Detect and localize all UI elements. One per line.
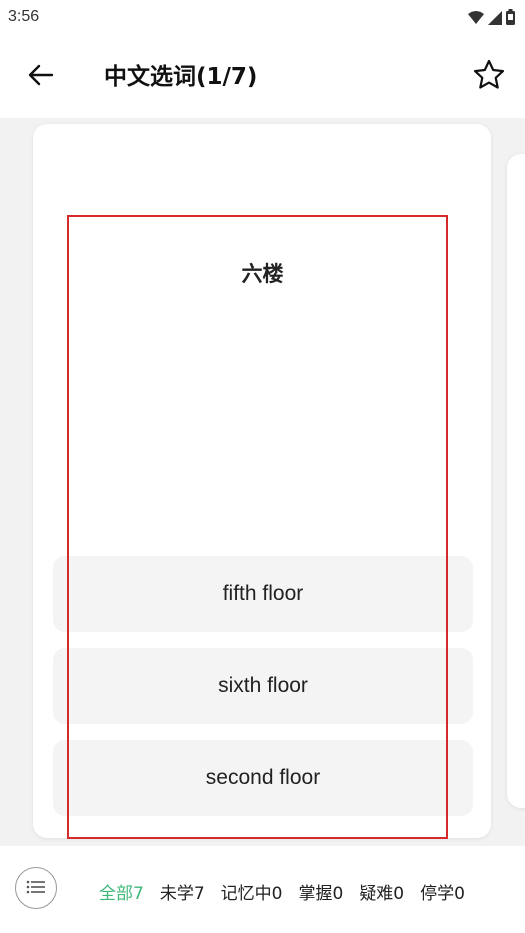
option-2[interactable]: sixth floor: [53, 648, 473, 724]
status-bar: 3:56: [0, 0, 525, 36]
filter-unlearned[interactable]: 未学7: [160, 879, 205, 904]
status-time: 3:56: [8, 8, 40, 25]
word-card: [33, 124, 491, 838]
filter-tabs: 全部7 未学7 记忆中0 掌握0 疑难0 停学0: [99, 879, 465, 904]
page-title: 中文选词(1/7): [104, 64, 258, 90]
battery-icon: [506, 9, 515, 29]
next-card-peek[interactable]: [507, 154, 525, 808]
bottom-bar: 全部7 未学7 记忆中0 掌握0 疑难0 停学0: [0, 846, 525, 933]
option-1[interactable]: fifth floor: [53, 556, 473, 632]
option-3[interactable]: second floor: [53, 740, 473, 816]
filter-difficult[interactable]: 疑难0: [359, 879, 404, 904]
favorite-button[interactable]: [471, 58, 507, 94]
filter-all[interactable]: 全部7: [99, 879, 144, 904]
arrow-left-icon: [28, 64, 54, 90]
star-outline-icon: [473, 59, 505, 94]
list-icon: [26, 879, 46, 898]
list-menu-button[interactable]: [15, 867, 57, 909]
content-area: [0, 118, 525, 846]
filter-suspended[interactable]: 停学0: [420, 879, 465, 904]
status-icons: [468, 9, 515, 29]
filter-mastered[interactable]: 掌握0: [298, 879, 343, 904]
signal-icon: [488, 10, 502, 29]
screen: 3:56 中文选词(1/7) 六楼 fifth floor sixth floo…: [0, 0, 525, 933]
filter-memorizing[interactable]: 记忆中0: [221, 879, 283, 904]
app-bar: 中文选词(1/7): [0, 36, 525, 118]
question-word: 六楼: [241, 262, 284, 286]
back-button[interactable]: [24, 60, 58, 94]
wifi-icon: [468, 10, 484, 29]
